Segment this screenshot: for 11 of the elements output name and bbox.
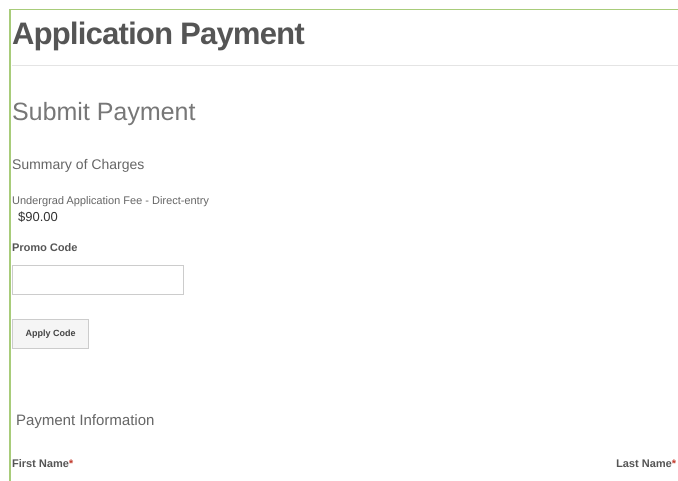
charge-description: Undergrad Application Fee - Direct-entry <box>12 195 210 209</box>
promo-code-label: Promo Code <box>12 243 78 254</box>
summary-heading: Summary of Charges <box>12 157 146 171</box>
apply-code-button[interactable]: Apply Code <box>12 319 89 349</box>
section-title: Submit Payment <box>12 100 196 125</box>
promo-code-field[interactable] <box>12 265 184 295</box>
field-label: Last Name* <box>616 457 676 472</box>
charge-amount: $90.00 <box>18 208 59 225</box>
page-title: Application Payment <box>12 15 306 53</box>
field-label: First Name* <box>12 457 74 472</box>
payment-heading: Payment Information <box>16 413 156 428</box>
